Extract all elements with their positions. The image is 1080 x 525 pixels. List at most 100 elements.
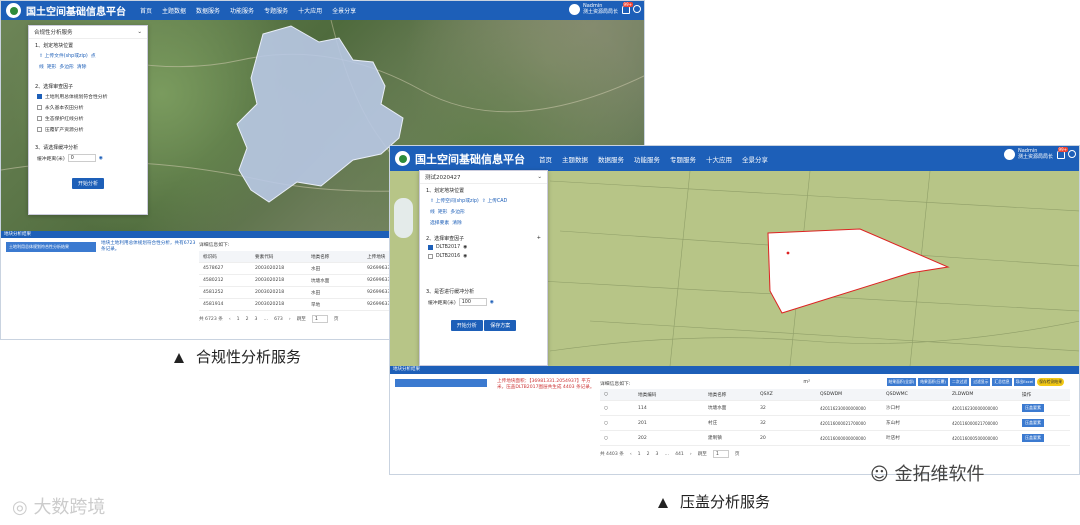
select-all[interactable]: ○ [600, 392, 638, 397]
result-item[interactable]: 土地利用总体规划符合性分析结果 [6, 242, 96, 252]
app-title: 国土空间基础信息平台 [26, 7, 126, 18]
eye-icon[interactable]: ◉ [490, 300, 494, 305]
nav-function-service[interactable]: 功能服务 [634, 154, 660, 164]
page-link[interactable]: 673 [274, 317, 283, 322]
wechat-icon: ☺ [870, 464, 895, 485]
clear-tool[interactable]: 清除 [77, 63, 87, 70]
prev-page[interactable]: ‹ [630, 452, 632, 457]
factor-checkbox[interactable]: DLTB2016 ◉ [420, 252, 547, 261]
nav-theme-data[interactable]: 主题数据 [162, 6, 186, 15]
table-row[interactable]: ○ 201 村庄 32 420116000021700000 东山村 42011600002… [600, 416, 1070, 431]
page-link[interactable]: 2 [246, 317, 249, 322]
caption-overlay: 压盖分析服务 [658, 491, 770, 512]
start-analysis-button[interactable]: 开始分析 [71, 178, 104, 189]
section-factors: 2、选择审查因子 [426, 236, 465, 242]
line-tool[interactable]: 线 [39, 63, 44, 70]
user-org: 测土资源局局长 [1017, 154, 1053, 160]
upload-cad-button[interactable]: ⇪ 上传CAD [482, 197, 507, 204]
page-link[interactable]: 441 [675, 452, 684, 457]
rect-tool[interactable]: 矩形 [47, 63, 57, 70]
polygon-tool[interactable]: 多边形 [450, 208, 464, 215]
main-nav: 首页 主题数据 数据服务 功能服务 专题服务 十大应用 全景分享 [539, 154, 768, 164]
nav-function-service[interactable]: 功能服务 [230, 6, 254, 15]
nav-panorama[interactable]: 全景分享 [332, 6, 356, 15]
collapse-icon[interactable]: ⌄ [137, 29, 142, 35]
unit-select[interactable]: m² [803, 380, 810, 389]
table-row[interactable]: ○ 202 建制镇 20 420116000000000000 叶店村 4201160005… [600, 431, 1070, 446]
buffer-input[interactable]: 100 [458, 298, 487, 306]
nav-home[interactable]: 首页 [539, 154, 552, 164]
overlay-window: 国土空间基础信息平台 首页 主题数据 数据服务 功能服务 专题服务 十大应用 全… [389, 145, 1080, 475]
pagination: 共 4403 条 ‹ 1 2 3… 441 › 跳至 1 页 [600, 450, 740, 458]
buffer-label: 缓冲距离(米) [428, 300, 456, 306]
nav-ten-apps[interactable]: 十大应用 [706, 154, 732, 164]
clear-tool[interactable]: 清除 [452, 219, 462, 226]
page-link[interactable]: 1 [237, 317, 240, 322]
logout-icon[interactable] [1068, 150, 1076, 158]
notify-badge: 99+ [622, 2, 633, 7]
rect-tool[interactable]: 矩形 [438, 208, 448, 215]
table-row[interactable]: ○ 114 坑塘水面 32 420116230000000000 沙口村 420116230… [600, 401, 1070, 416]
page-link[interactable]: 3 [255, 317, 258, 322]
result-stat: 地块土地利用总体规划符合性分析，共有6723条记录。 [101, 241, 196, 252]
factor-checkbox[interactable]: 永久基本农田分析 [29, 102, 147, 113]
add-icon[interactable]: + [537, 235, 541, 242]
eye-icon[interactable]: ◉ [463, 245, 467, 250]
user-menu[interactable]: Nadmin 测土资源局局长 [568, 3, 618, 15]
nav-topic-service[interactable]: 专题服务 [670, 154, 696, 164]
point-tool[interactable]: 点 [91, 52, 96, 59]
pick-feature-button[interactable]: 选择要素 [430, 219, 449, 226]
overlay-parcel [767, 228, 950, 314]
overlay-feature-button[interactable]: 压盖要素 [1022, 419, 1044, 427]
prev-page[interactable]: ‹ [229, 317, 231, 322]
result-title: 地块分析结果 [390, 366, 1079, 374]
section-location: 1、划定地块位置 [35, 43, 74, 49]
page-input[interactable]: 1 [311, 315, 328, 323]
nav-home[interactable]: 首页 [140, 6, 152, 15]
factor-checkbox[interactable]: DLTB2017 ◉ [420, 243, 547, 252]
factor-checkbox[interactable]: 土地利用总体规划符合性分析 [29, 91, 147, 102]
top-navbar: 国土空间基础信息平台 首页 主题数据 数据服务 功能服务 专题服务 十大应用 全… [390, 146, 1079, 171]
map-tools[interactable] [394, 198, 413, 238]
nav-ten-apps[interactable]: 十大应用 [298, 6, 322, 15]
nav-data-service[interactable]: 数据服务 [598, 154, 624, 164]
avatar [1003, 148, 1015, 160]
eye-icon[interactable]: ◉ [99, 156, 103, 161]
logout-icon[interactable] [633, 5, 641, 13]
user-menu[interactable]: Nadmin 测土资源局局长 [1003, 148, 1053, 160]
line-tool[interactable]: 线 [430, 208, 435, 215]
detail-label: 详细信息如下: [600, 382, 631, 387]
page-link[interactable]: 2 [647, 452, 650, 457]
overlay-feature-button[interactable]: 压盖要素 [1022, 404, 1044, 412]
result-panel: 地块分析结果 上传地块面积：【36981331.2054937】平方米，压盖DL… [390, 366, 1079, 474]
buffer-input[interactable]: 0 [67, 154, 96, 162]
platform-logo [395, 151, 410, 166]
result-item[interactable] [395, 379, 487, 387]
upload-file-button[interactable]: ⇪ 上传空间(shp或zip) [430, 197, 479, 204]
table-header: ○ 地类编码 地类名称 QSXZ QSDWDM QSDWMC ZLDWDM 操作 [600, 389, 1070, 401]
panel-title: 合规性分析服务 [34, 30, 73, 36]
start-analysis-button[interactable]: 开始分析 [450, 320, 483, 331]
section-buffer: 3、请选择缓冲分析 [35, 145, 79, 151]
top-navbar: 国土空间基础信息平台 首页 主题数据 数据服务 功能服务 专题服务 十大应用 全… [1, 1, 644, 20]
next-page[interactable]: › [289, 317, 291, 322]
total-count: 共 4403 条 [600, 452, 624, 457]
next-page[interactable]: › [690, 452, 692, 457]
factor-checkbox[interactable]: 压覆矿产资源分析 [29, 124, 147, 135]
nav-panorama[interactable]: 全景分享 [742, 154, 768, 164]
page-link[interactable]: 1 [638, 452, 641, 457]
overlay-feature-button[interactable]: 压盖要素 [1022, 434, 1044, 442]
eye-icon[interactable]: ◉ [463, 254, 467, 259]
collapse-icon[interactable]: ⌄ [537, 174, 542, 180]
page-input[interactable]: 1 [712, 450, 729, 458]
upload-file-button[interactable]: ⇪ 上传文件(shp或zip) [39, 52, 88, 59]
nav-theme-data[interactable]: 主题数据 [562, 154, 588, 164]
compliance-panel: 合规性分析服务 ⌄ 1、划定地块位置 ⇪ 上传文件(shp或zip) 点 线 矩形 … [28, 25, 148, 215]
save-plan-button[interactable]: 保存方案 [484, 320, 517, 331]
factor-checkbox[interactable]: 生态保护红线分析 [29, 113, 147, 124]
panel-title: 测试2020427 [425, 175, 461, 181]
nav-topic-service[interactable]: 专题服务 [264, 6, 288, 15]
nav-data-service[interactable]: 数据服务 [196, 6, 220, 15]
polygon-tool[interactable]: 多边形 [59, 63, 73, 70]
page-link[interactable]: 3 [656, 452, 659, 457]
